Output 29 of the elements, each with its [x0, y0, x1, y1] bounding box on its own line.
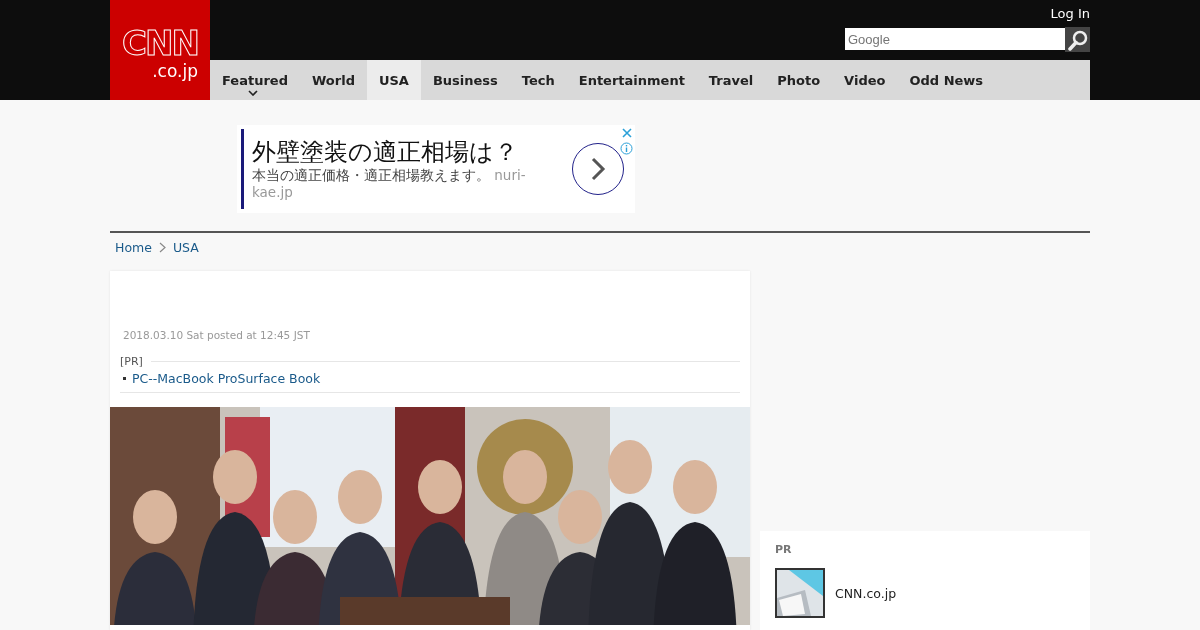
- ad-banner[interactable]: 外壁塗装の適正相場は？ 本当の適正価格・適正相場教えます。 nuri-kae.jp: [237, 125, 635, 213]
- pr-label: [PR]: [120, 355, 143, 368]
- chevron-right-icon: [158, 241, 166, 253]
- search-icon: [1066, 28, 1089, 51]
- post-date: 2018.03.10 Sat posted at 12:45 JST: [122, 329, 311, 341]
- cnn-logo[interactable]: CNN .co.jp: [110, 0, 210, 100]
- nav-tab[interactable]: Tech: [509, 60, 567, 100]
- nav-tab[interactable]: Odd News: [897, 60, 996, 100]
- breadcrumb-link[interactable]: Home: [115, 239, 152, 255]
- info-icon[interactable]: [620, 142, 633, 155]
- nav-tab[interactable]: Featured: [210, 60, 300, 100]
- sidebar-heading: PR: [775, 543, 793, 556]
- pr-link[interactable]: PC--MacBook ProSurface Book: [132, 371, 321, 386]
- nav-tab[interactable]: USA: [366, 60, 421, 100]
- nav-tab[interactable]: Entertainment: [566, 60, 697, 100]
- search-button[interactable]: [1065, 27, 1090, 52]
- sidebar-link[interactable]: CNN.co.jp: [835, 585, 897, 601]
- ad-text: 本当の適正価格・適正相場教えます。 nuri-kae.jp: [252, 167, 527, 201]
- breadcrumb-link[interactable]: USA: [172, 239, 199, 255]
- ad-headline[interactable]: 外壁塗装の適正相場は？: [252, 137, 552, 167]
- nav-tab[interactable]: World: [299, 60, 367, 100]
- login-link[interactable]: Log In: [1050, 6, 1090, 22]
- bullet-icon: [123, 377, 126, 380]
- nav-tab[interactable]: Travel: [696, 60, 766, 100]
- search-field[interactable]: Google: [845, 28, 1065, 50]
- nav-tab[interactable]: Business: [420, 60, 510, 100]
- nav-tab[interactable]: Video: [832, 60, 898, 100]
- nav-tab[interactable]: Photo: [765, 60, 833, 100]
- close-icon[interactable]: [620, 127, 633, 139]
